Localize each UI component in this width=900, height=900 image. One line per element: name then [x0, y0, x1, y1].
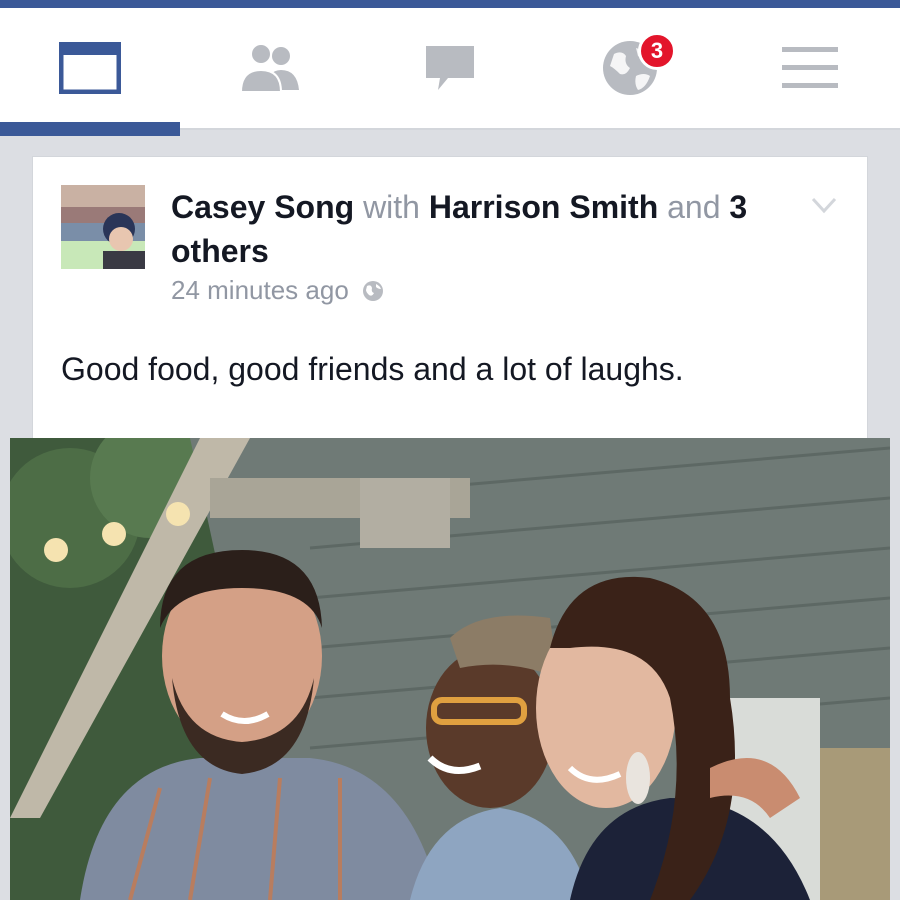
tab-more-menu[interactable] [720, 8, 900, 128]
tab-notifications[interactable] [540, 8, 720, 128]
notifications-badge: 3 [638, 32, 676, 70]
timestamp[interactable]: 24 minutes ago [171, 275, 349, 306]
tab-news-feed[interactable] [0, 8, 180, 128]
active-tab-indicator [0, 122, 180, 136]
tab-messages[interactable] [360, 8, 540, 128]
tab-friend-requests[interactable] [180, 8, 360, 128]
public-globe-icon [362, 280, 383, 301]
and-text: and [667, 189, 721, 225]
story-meta: 24 minutes ago [171, 275, 385, 306]
story-photo[interactable] [10, 438, 890, 900]
author-name-link[interactable]: Casey Song [171, 189, 354, 225]
status-text: Good food, good friends and a lot of lau… [61, 351, 684, 387]
chat-bubble-icon [426, 46, 474, 90]
hamburger-menu-icon [782, 47, 838, 88]
author-avatar[interactable] [61, 185, 145, 269]
story-header: Casey Song with Harrison Smith and 3 oth… [171, 185, 791, 273]
friends-icon [239, 43, 299, 93]
tab-bar: 3 [0, 8, 900, 136]
top-accent-bar [0, 0, 900, 8]
chevron-down-icon[interactable] [809, 193, 839, 217]
news-feed-icon [59, 42, 121, 94]
with-text: with [363, 189, 420, 225]
tagged-friend-link[interactable]: Harrison Smith [429, 189, 658, 225]
